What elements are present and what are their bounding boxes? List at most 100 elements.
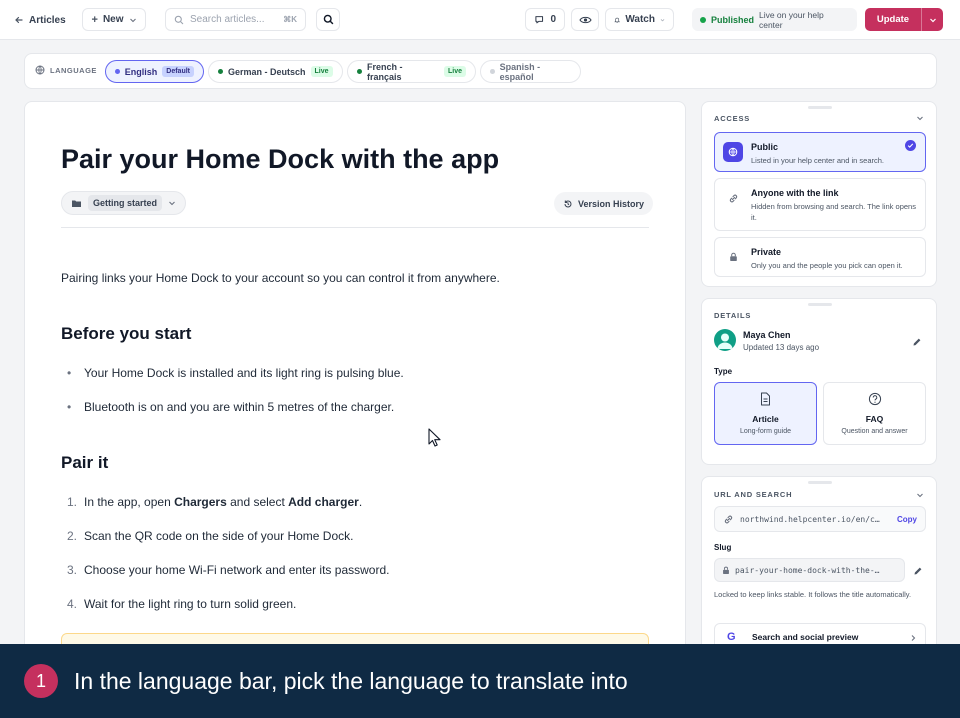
access-panel: ACCESS Public Listed in your help center… xyxy=(701,101,937,287)
updated-time: Updated 13 days ago xyxy=(743,343,820,352)
bell-icon xyxy=(614,17,621,23)
step-number: 1 xyxy=(24,664,58,698)
section-heading[interactable]: Pair it xyxy=(61,453,108,473)
language-english[interactable]: English Default xyxy=(105,60,204,83)
live-badge: Live xyxy=(443,66,466,77)
status-label: Published xyxy=(710,14,754,25)
bold-run: Add charger xyxy=(288,495,359,509)
avatar xyxy=(714,329,736,351)
mouse-cursor-icon xyxy=(428,428,441,447)
search-placeholder: Search articles... xyxy=(190,14,265,25)
list-item[interactable]: 4. Wait for the light ring to turn solid… xyxy=(67,597,296,611)
version-history-button[interactable]: Version History xyxy=(554,192,654,215)
panel-title: DETAILS xyxy=(714,311,752,320)
list-item-text: Scan the QR code on the side of your Hom… xyxy=(84,529,354,543)
divider xyxy=(61,227,649,228)
list-item-text: Bluetooth is on and you are within 5 met… xyxy=(84,400,395,414)
comments-button[interactable]: 0 xyxy=(525,8,565,31)
pencil-icon[interactable] xyxy=(912,337,922,347)
article-title[interactable]: Pair your Home Dock with the app xyxy=(61,144,499,175)
update-button-group: Update xyxy=(865,8,943,31)
pencil-icon[interactable] xyxy=(913,566,923,576)
slug-value: pair-your-home-dock-with-the-… xyxy=(735,566,880,575)
language-spanish[interactable]: Spanish - español xyxy=(480,60,581,83)
list-item[interactable]: 2. Scan the QR code on the side of your … xyxy=(67,529,353,543)
search-input[interactable]: Search articles... ⌘K xyxy=(165,8,306,31)
language-label-group: LANGUAGE xyxy=(35,65,97,75)
language-status-dot xyxy=(115,69,120,74)
access-option-public[interactable]: Public Listed in your help center and in… xyxy=(714,132,926,172)
live-badge: Live xyxy=(310,66,333,77)
update-menu-button[interactable] xyxy=(922,16,943,24)
watch-button[interactable]: Watch xyxy=(605,8,674,31)
watch-label: Watch xyxy=(625,14,655,25)
question-icon xyxy=(868,392,882,406)
status-detail: Live on your help center xyxy=(758,9,824,30)
section-heading[interactable]: Before you start xyxy=(61,324,191,344)
type-option-faq[interactable]: FAQ Question and answer xyxy=(823,382,926,445)
list-item[interactable]: • Bluetooth is on and you are within 5 m… xyxy=(67,400,394,414)
eye-icon xyxy=(578,16,592,23)
back-label: Articles xyxy=(29,14,66,26)
lock-icon xyxy=(723,566,729,575)
update-button[interactable]: Update xyxy=(865,14,921,25)
language-french[interactable]: French - français Live xyxy=(347,60,476,83)
language-label: LANGUAGE xyxy=(50,65,97,75)
chevron-down-icon xyxy=(929,18,936,22)
preview-button[interactable] xyxy=(571,8,599,31)
type-title: FAQ xyxy=(865,414,884,424)
list-item-text: Choose your home Wi-Fi network and enter… xyxy=(84,563,390,577)
article-editor: Pair your Home Dock with the app Getting… xyxy=(24,101,686,661)
status-dot xyxy=(700,16,706,23)
language-status-dot xyxy=(490,69,495,74)
access-option-private[interactable]: Private Only you and the people you pick… xyxy=(714,237,926,277)
public-url-field[interactable]: northwind.helpcenter.io/en/c… Copy xyxy=(714,506,926,532)
collection-name: Getting started xyxy=(88,195,163,211)
default-badge: Default xyxy=(162,66,194,77)
comment-icon xyxy=(535,16,544,24)
link-icon xyxy=(723,188,743,208)
new-button[interactable]: + New xyxy=(82,8,146,31)
document-icon xyxy=(761,392,770,406)
bullet: • xyxy=(67,400,72,414)
drag-handle[interactable] xyxy=(808,106,832,109)
chevron-down-icon[interactable] xyxy=(916,114,924,122)
drag-handle[interactable] xyxy=(808,481,832,484)
back-to-articles-link[interactable]: Articles xyxy=(14,9,66,31)
type-title: Article xyxy=(752,414,779,424)
slug-field[interactable]: pair-your-home-dock-with-the-… xyxy=(714,558,905,582)
text-run: . xyxy=(358,495,363,509)
search-icon xyxy=(174,15,184,24)
bullet: • xyxy=(67,366,72,380)
publish-status: Published Live on your help center xyxy=(692,8,857,31)
caption-text: In the language bar, pick the language t… xyxy=(74,668,628,694)
language-name: Spanish - español xyxy=(499,61,541,82)
drag-handle[interactable] xyxy=(808,303,832,306)
plus-icon: + xyxy=(91,13,98,26)
seo-label: Search and social preview xyxy=(752,632,859,642)
chevron-down-icon[interactable] xyxy=(916,491,924,499)
option-description: Only you and the people you pick can ope… xyxy=(751,261,903,270)
language-name: English xyxy=(124,66,158,77)
option-description: Hidden from browsing and search. The lin… xyxy=(751,202,916,222)
collection-select[interactable]: Getting started xyxy=(61,191,187,215)
search-icon xyxy=(323,14,333,25)
list-item[interactable]: 3. Choose your home Wi-Fi network and en… xyxy=(67,563,389,577)
google-icon: G xyxy=(727,631,736,643)
type-option-article[interactable]: Article Long-form guide xyxy=(714,382,817,445)
list-item[interactable]: 1. In the app, open Chargers and select … xyxy=(67,495,362,509)
access-option-link[interactable]: Anyone with the link Hidden from browsin… xyxy=(714,178,926,231)
language-german[interactable]: German - Deutsch Live xyxy=(208,60,343,83)
copy-url-button[interactable]: Copy xyxy=(897,515,917,524)
chevron-right-icon xyxy=(911,635,916,641)
list-item-text: Wait for the light ring to turn solid gr… xyxy=(84,597,297,611)
search-button[interactable] xyxy=(316,8,340,31)
tutorial-caption: 1 In the language bar, pick the language… xyxy=(0,644,960,718)
list-item[interactable]: • Your Home Dock is installed and its li… xyxy=(67,366,404,380)
language-name: German - Deutsch xyxy=(228,66,306,77)
folder-icon xyxy=(72,200,81,207)
bold-run: Chargers xyxy=(174,495,227,509)
option-title: Anyone with the link xyxy=(751,188,839,198)
option-title: Public xyxy=(751,142,779,152)
intro-paragraph[interactable]: Pairing links your Home Dock to your acc… xyxy=(61,271,500,285)
